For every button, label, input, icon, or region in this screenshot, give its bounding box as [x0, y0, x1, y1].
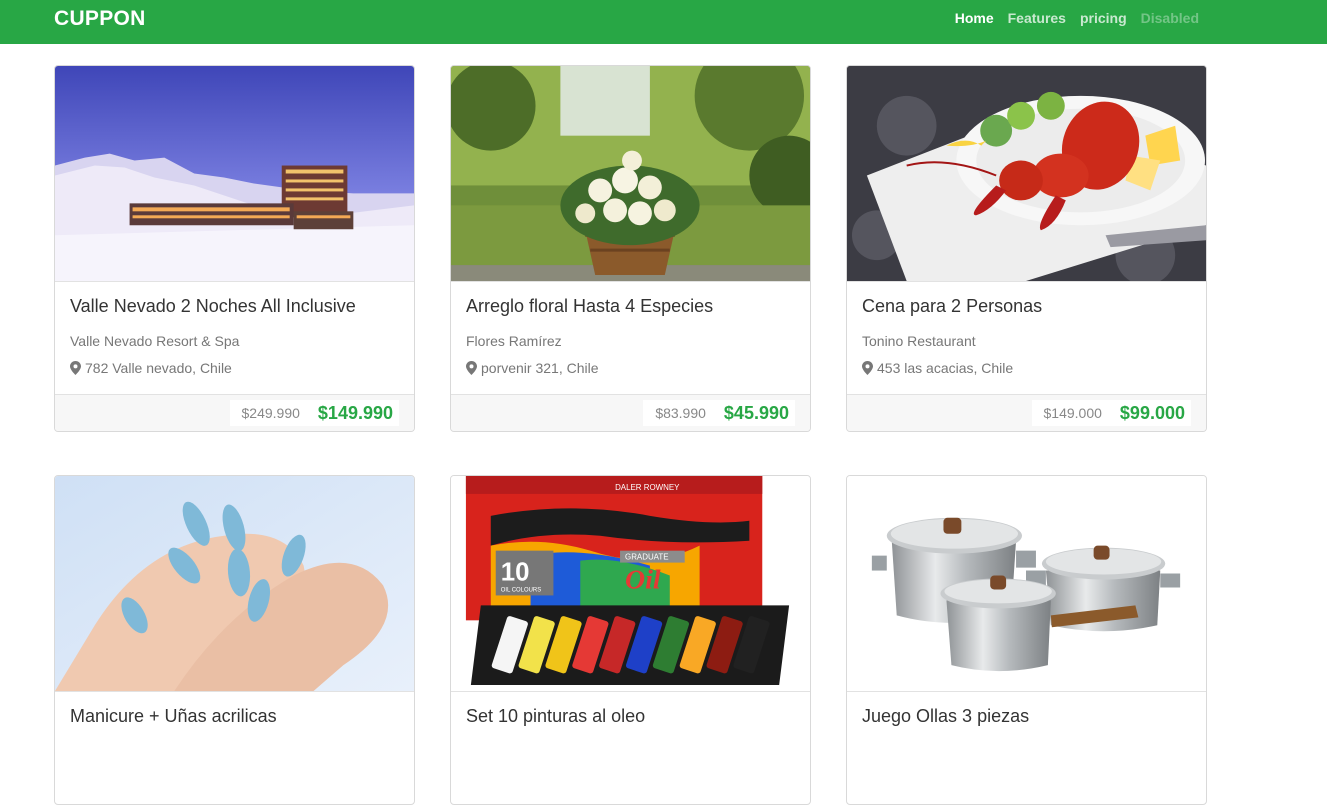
- paint-count-label: OIL COLOURS: [501, 587, 541, 593]
- deal-footer: $83.990 $45.990: [451, 394, 810, 431]
- nav-link-disabled: Disabled: [1140, 10, 1199, 26]
- deal-image-manicure-nails[interactable]: [55, 476, 414, 692]
- deal-vendor: Valle Nevado Resort & Spa: [70, 333, 240, 349]
- nav-links: Home Features pricing Disabled: [948, 10, 1206, 27]
- new-price: $45.990: [723, 402, 789, 423]
- new-price: $149.990: [317, 402, 393, 423]
- deal-address: porvenir 321, Chile: [466, 359, 795, 377]
- deal-image-oil-paint-set[interactable]: DALER ROWNEY 10 OIL COLOURS GRADUATE Oil: [451, 476, 810, 692]
- navbar: CUPPON Home Features pricing Disabled: [0, 0, 1327, 44]
- deal-address-text: porvenir 321, Chile: [481, 360, 599, 376]
- old-price: $249.990: [241, 405, 300, 421]
- deal-address: 782 Valle nevado, Chile: [70, 359, 399, 377]
- deal-card[interactable]: Manicure + Uñas acrilicas: [54, 475, 415, 805]
- deal-address: 453 las acacias, Chile: [862, 359, 1191, 377]
- nav-link-features[interactable]: Features: [1001, 10, 1073, 27]
- deal-card[interactable]: Valle Nevado 2 Noches All Inclusive Vall…: [54, 65, 415, 432]
- deal-address-text: 453 las acacias, Chile: [877, 360, 1014, 376]
- deal-card[interactable]: Cena para 2 Personas Tonino Restaurant 4…: [846, 65, 1207, 432]
- deal-vendor: Flores Ramírez: [466, 333, 562, 349]
- deal-image-ski-resort[interactable]: [55, 66, 414, 282]
- deal-title[interactable]: Valle Nevado 2 Noches All Inclusive: [70, 296, 399, 320]
- deal-image-flower-basket[interactable]: [451, 66, 810, 282]
- new-price: $99.000: [1119, 402, 1185, 423]
- deal-image-cooking-pots[interactable]: [847, 476, 1206, 692]
- deal-title[interactable]: Juego Ollas 3 piezas: [862, 706, 1191, 730]
- deal-title[interactable]: Set 10 pinturas al oleo: [466, 706, 795, 730]
- map-marker-icon: [466, 361, 477, 375]
- deal-card[interactable]: DALER ROWNEY 10 OIL COLOURS GRADUATE Oil: [450, 475, 811, 805]
- deal-vendor: Tonino Restaurant: [862, 333, 976, 349]
- map-marker-icon: [70, 361, 81, 375]
- price-box: $149.000 $99.000: [1031, 400, 1191, 426]
- deal-footer: $149.000 $99.000: [847, 394, 1206, 431]
- price-box: $249.990 $149.990: [229, 400, 399, 426]
- paint-brand-text: DALER ROWNEY: [615, 483, 680, 492]
- deal-address-text: 782 Valle nevado, Chile: [85, 360, 232, 376]
- map-marker-icon: [862, 361, 873, 375]
- paint-count-text: 10: [501, 559, 530, 587]
- nav-link-home[interactable]: Home: [948, 10, 1001, 27]
- paint-oil-text: Oil: [625, 564, 661, 595]
- nav-link-pricing[interactable]: pricing: [1073, 10, 1134, 27]
- price-box: $83.990 $45.990: [643, 400, 795, 426]
- old-price: $83.990: [655, 405, 706, 421]
- old-price: $149.000: [1043, 405, 1102, 421]
- brand-logo[interactable]: CUPPON: [54, 7, 146, 31]
- paint-series-text: GRADUATE: [625, 553, 668, 562]
- deal-image-lobster-dinner[interactable]: [847, 66, 1206, 282]
- deal-footer: $249.990 $149.990: [55, 394, 414, 431]
- deal-title[interactable]: Arreglo floral Hasta 4 Especies: [466, 296, 795, 320]
- deal-card[interactable]: Juego Ollas 3 piezas: [846, 475, 1207, 805]
- deal-title[interactable]: Manicure + Uñas acrilicas: [70, 706, 399, 730]
- deal-card[interactable]: Arreglo floral Hasta 4 Especies Flores R…: [450, 65, 811, 432]
- deal-title[interactable]: Cena para 2 Personas: [862, 296, 1191, 320]
